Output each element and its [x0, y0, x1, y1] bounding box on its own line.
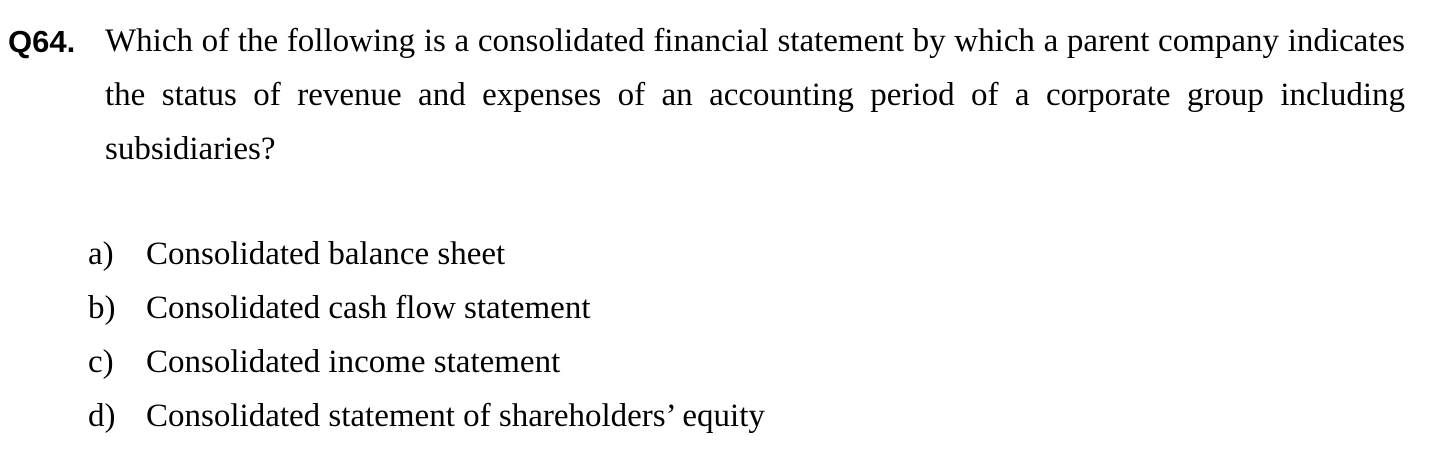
answer-options: a) Consolidated balance sheet b) Consoli… [88, 227, 765, 443]
option-letter: a) [88, 236, 114, 272]
option-letter: b) [88, 290, 116, 326]
option-text: Consolidated balance sheet [146, 236, 506, 272]
option-b: b) Consolidated cash flow statement [88, 281, 765, 335]
option-c: c) Consolidated income statement [88, 335, 765, 389]
option-letter: c) [88, 344, 114, 380]
option-a: a) Consolidated balance sheet [88, 227, 765, 281]
option-letter: d) [88, 398, 116, 434]
question-text: Which of the following is a consolidated… [105, 23, 1405, 167]
option-text: Consolidated statement of shareholders’ … [146, 398, 765, 434]
option-d: d) Consolidated statement of shareholder… [88, 389, 765, 443]
option-text: Consolidated income statement [146, 344, 561, 380]
option-text: Consolidated cash flow statement [146, 290, 591, 326]
question-number: Q64. [8, 24, 76, 59]
